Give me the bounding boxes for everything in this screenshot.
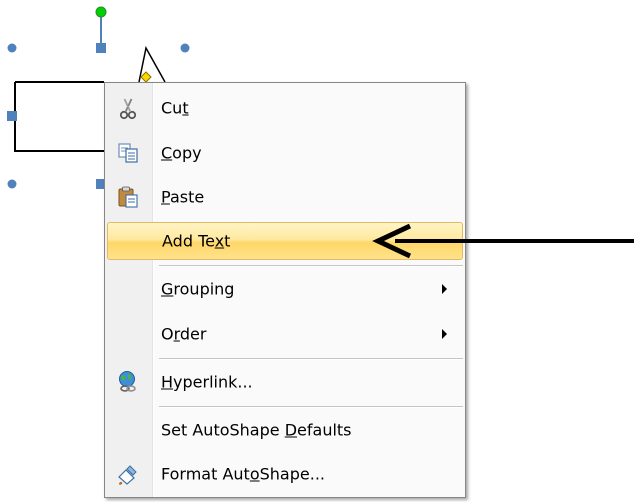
format-shape-icon: [118, 465, 137, 485]
menu-item-label: Order: [161, 324, 207, 344]
menu-item-label: Hyperlink...: [161, 372, 253, 392]
resize-handle-top-right[interactable]: [180, 43, 190, 53]
resize-handle-top-middle[interactable]: [96, 43, 106, 53]
menu-item-add-text[interactable]: Add Text: [107, 222, 463, 260]
menu-item-order[interactable]: Order: [107, 316, 463, 352]
menu-item-set-autoshape-defaults[interactable]: Set AutoShape Defaults: [107, 412, 463, 448]
menu-separator: [159, 265, 463, 267]
menu-item-label: Set AutoShape Defaults: [161, 420, 352, 440]
paste-icon: [118, 186, 138, 208]
menu-item-copy[interactable]: Copy: [107, 135, 463, 171]
resize-handle-middle-left[interactable]: [7, 111, 17, 121]
scissors-icon: [119, 98, 137, 120]
rotation-handle[interactable]: [95, 6, 107, 18]
menu-item-label: Format AutoShape...: [161, 464, 325, 484]
menu-item-label: Cut: [161, 98, 189, 118]
menu-item-label: Copy: [161, 143, 202, 163]
resize-handle-top-left[interactable]: [7, 43, 17, 53]
menu-separator: [159, 406, 463, 408]
menu-item-hyperlink[interactable]: Hyperlink...: [107, 364, 463, 400]
menu-item-cut[interactable]: Cut: [107, 90, 463, 126]
context-menu: Cut Copy Paste Add Text Grouping Order H…: [104, 82, 466, 498]
menu-item-paste[interactable]: Paste: [107, 179, 463, 215]
copy-icon: [118, 143, 138, 163]
hyperlink-globe-icon: [119, 371, 136, 392]
callout-body-outline[interactable]: [14, 81, 104, 152]
menu-separator: [159, 358, 463, 360]
menu-item-format-autoshape[interactable]: Format AutoShape...: [107, 456, 463, 492]
submenu-arrow-icon: [442, 284, 447, 294]
menu-item-label: Grouping: [161, 279, 235, 299]
menu-item-label: Add Text: [162, 231, 231, 251]
resize-handle-bottom-left[interactable]: [7, 179, 17, 189]
menu-item-grouping[interactable]: Grouping: [107, 271, 463, 307]
submenu-arrow-icon: [442, 329, 447, 339]
menu-item-label: Paste: [161, 187, 205, 207]
adjust-handle[interactable]: [140, 71, 152, 83]
